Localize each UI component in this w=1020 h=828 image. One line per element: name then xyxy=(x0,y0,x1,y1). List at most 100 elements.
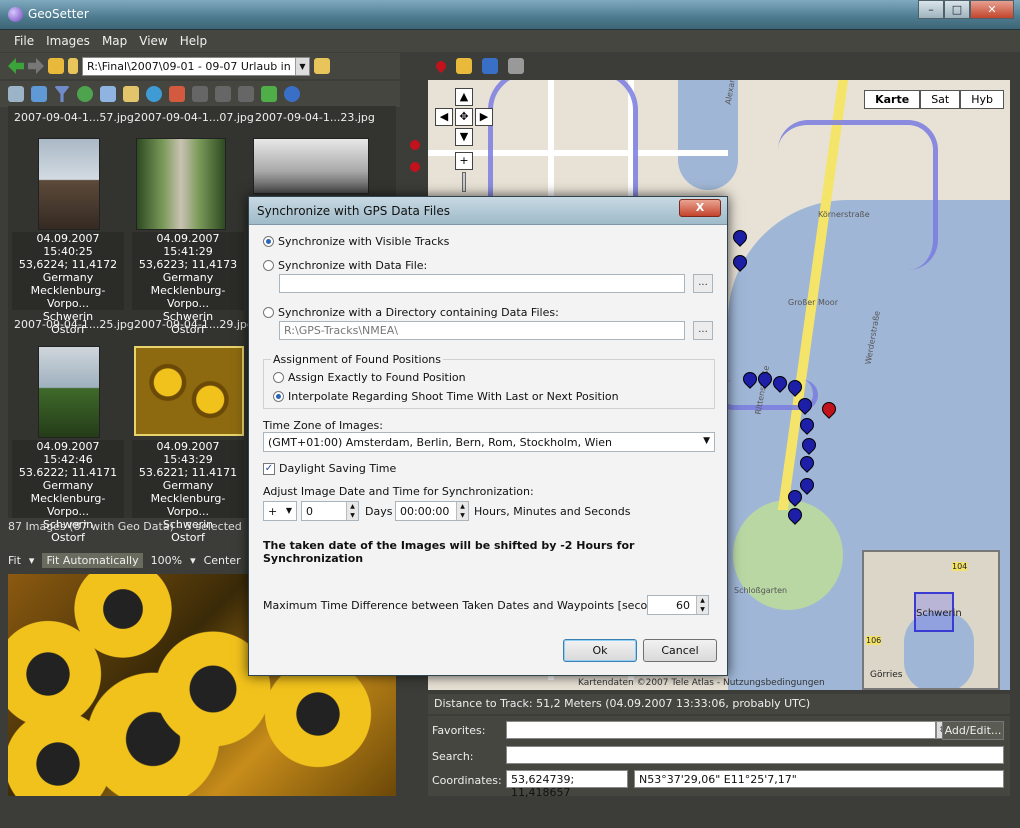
sign-select[interactable]: + ▼ xyxy=(263,501,297,521)
favorites-combobox[interactable] xyxy=(506,721,936,739)
thumbnail-image[interactable] xyxy=(38,346,100,438)
menu-map[interactable]: Map xyxy=(96,30,133,52)
browse-directory-button[interactable]: ... xyxy=(693,321,713,340)
settings-icon[interactable] xyxy=(508,58,524,74)
time-stepper[interactable]: 00:00:00 ▲ ▼ xyxy=(395,501,469,521)
menu-help[interactable]: Help xyxy=(174,30,213,52)
open-folder-icon[interactable] xyxy=(314,58,330,74)
pan-down-button[interactable]: ▼ xyxy=(455,128,473,146)
map-type-sat[interactable]: Sat xyxy=(920,90,961,109)
max-diff-label: Maximum Time Difference between Taken Da… xyxy=(263,599,675,612)
folder-up-icon[interactable] xyxy=(48,58,64,74)
days-stepper[interactable]: 0 ▲ ▼ xyxy=(301,501,359,521)
zoom-slider[interactable] xyxy=(462,172,466,192)
option-directory[interactable]: Synchronize with a Directory containing … xyxy=(263,306,559,319)
thumbnail-filename: 2007-09-04-1...57.jpg xyxy=(14,111,134,124)
pan-right-button[interactable]: ▶ xyxy=(475,108,493,126)
undo-icon[interactable] xyxy=(192,86,208,102)
refresh-icon[interactable] xyxy=(77,86,93,102)
back-arrow-icon[interactable] xyxy=(8,58,24,74)
ok-button[interactable]: Ok xyxy=(563,639,637,662)
world-icon[interactable] xyxy=(284,86,300,102)
dialog-body: Synchronize with Visible Tracks Synchron… xyxy=(249,225,727,675)
chevron-down-icon[interactable]: ▾ xyxy=(29,554,35,567)
pan-left-button[interactable]: ◀ xyxy=(435,108,453,126)
coordinates-decimal-field[interactable]: 53,624739; 11,418657 xyxy=(506,770,628,799)
directory-input[interactable]: R:\GPS-Tracks\NMEA\ xyxy=(279,321,685,340)
max-diff-stepper[interactable]: 60 ▲ ▼ xyxy=(647,595,709,615)
option-assign-exact[interactable]: Assign Exactly to Found Position xyxy=(273,371,466,384)
coordinates-dms-value: N53°37'29,06" E11°25'7,17" xyxy=(639,773,797,786)
checkbox-checked[interactable]: ✓ xyxy=(263,462,275,475)
menu-images[interactable]: Images xyxy=(40,30,96,52)
menu-view[interactable]: View xyxy=(133,30,173,52)
timezone-select[interactable]: (GMT+01:00) Amsterdam, Berlin, Bern, Rom… xyxy=(263,432,715,452)
maximize-button[interactable]: □ xyxy=(944,0,970,19)
pan-up-button[interactable]: ▲ xyxy=(455,88,473,106)
comment-icon[interactable] xyxy=(100,86,116,102)
option-visible-tracks[interactable]: Synchronize with Visible Tracks xyxy=(263,235,449,248)
thumbnail-image-selected[interactable] xyxy=(134,346,244,436)
browse-file-button[interactable]: ... xyxy=(693,274,713,293)
search-input[interactable] xyxy=(506,746,1004,764)
coordinates-dms-field[interactable]: N53°37'29,06" E11°25'7,17" xyxy=(634,770,1004,788)
map-type-karte[interactable]: Karte xyxy=(864,90,921,109)
thumbnail-datetime: 04.09.2007 15:42:46 xyxy=(36,440,100,466)
center-button[interactable]: Center xyxy=(204,554,241,567)
sort-icon[interactable] xyxy=(31,86,47,102)
thumbnail-image[interactable] xyxy=(253,138,369,194)
dialog-close-button[interactable]: X xyxy=(679,199,721,217)
street-label: Körnerstraße xyxy=(818,210,870,219)
view-mode-icon[interactable] xyxy=(8,86,24,102)
thumbnail-datetime: 04.09.2007 15:40:25 xyxy=(36,232,100,258)
chevron-down-icon[interactable]: ▾ xyxy=(190,554,196,567)
radio-selected[interactable] xyxy=(263,236,274,247)
radio[interactable] xyxy=(263,260,274,271)
days-value: 0 xyxy=(306,505,313,518)
data-file-input[interactable] xyxy=(279,274,685,293)
globe-icon[interactable] xyxy=(146,86,162,102)
thumbnail-country: Germany xyxy=(162,479,214,492)
save-position-icon[interactable] xyxy=(456,58,472,74)
pin-icon[interactable] xyxy=(410,162,420,172)
tree-icon[interactable] xyxy=(261,86,277,102)
edit-data-icon[interactable] xyxy=(123,86,139,102)
radio[interactable] xyxy=(263,307,274,318)
add-edit-button[interactable]: Add/Edit... xyxy=(942,721,1004,740)
close-window-button[interactable]: ✕ xyxy=(970,0,1014,19)
zoom-in-button[interactable]: + xyxy=(455,152,473,170)
thumbnail-image[interactable] xyxy=(38,138,100,230)
option-data-file[interactable]: Synchronize with Data File: xyxy=(263,259,427,272)
stepper-arrows-icon[interactable]: ▲ ▼ xyxy=(696,596,708,614)
redo-icon[interactable] xyxy=(215,86,231,102)
folder-path-combobox[interactable]: R:\Final\2007\09-01 - 09-07 Urlaub in St… xyxy=(82,56,310,76)
forward-arrow-icon[interactable] xyxy=(28,58,44,74)
calendar-icon[interactable] xyxy=(169,86,185,102)
filter-icon[interactable] xyxy=(54,86,70,102)
stepper-arrows-icon[interactable]: ▲ ▼ xyxy=(346,502,358,520)
thumbnail-image[interactable] xyxy=(136,138,226,230)
pin-icon[interactable] xyxy=(410,140,420,150)
car-icon[interactable] xyxy=(482,58,498,74)
pan-center-button[interactable]: ✥ xyxy=(455,108,473,126)
map-type-hyb[interactable]: Hyb xyxy=(960,90,1004,109)
waypoint-pin[interactable] xyxy=(730,227,750,247)
thumbnail-coords: 53,6223; 11,4173 xyxy=(138,258,238,271)
radio-selected[interactable] xyxy=(273,391,284,402)
marker-icon[interactable] xyxy=(433,58,449,74)
thumbnail-coords: 53.6222; 11.4171 xyxy=(18,466,118,479)
zoom-percent-button[interactable]: 100% xyxy=(151,554,182,567)
fit-automatically-button[interactable]: Fit Automatically xyxy=(42,552,143,568)
cancel-button[interactable]: Cancel xyxy=(643,639,717,662)
save-icon[interactable] xyxy=(238,86,254,102)
fit-button[interactable]: Fit xyxy=(8,554,21,567)
option-interpolate[interactable]: Interpolate Regarding Shoot Time With La… xyxy=(273,390,619,403)
minimize-button[interactable]: – xyxy=(918,0,944,19)
menu-file[interactable]: File xyxy=(8,30,40,52)
overview-map[interactable]: Schwerin Görries 104 106 xyxy=(862,550,1000,690)
dst-checkbox[interactable]: ✓ Daylight Saving Time xyxy=(263,462,396,475)
radio[interactable] xyxy=(273,372,284,383)
coordinates-decimal-value: 53,624739; 11,418657 xyxy=(511,773,575,799)
chevron-down-icon[interactable]: ▼ xyxy=(295,57,309,75)
stepper-arrows-icon[interactable]: ▲ ▼ xyxy=(456,502,468,520)
